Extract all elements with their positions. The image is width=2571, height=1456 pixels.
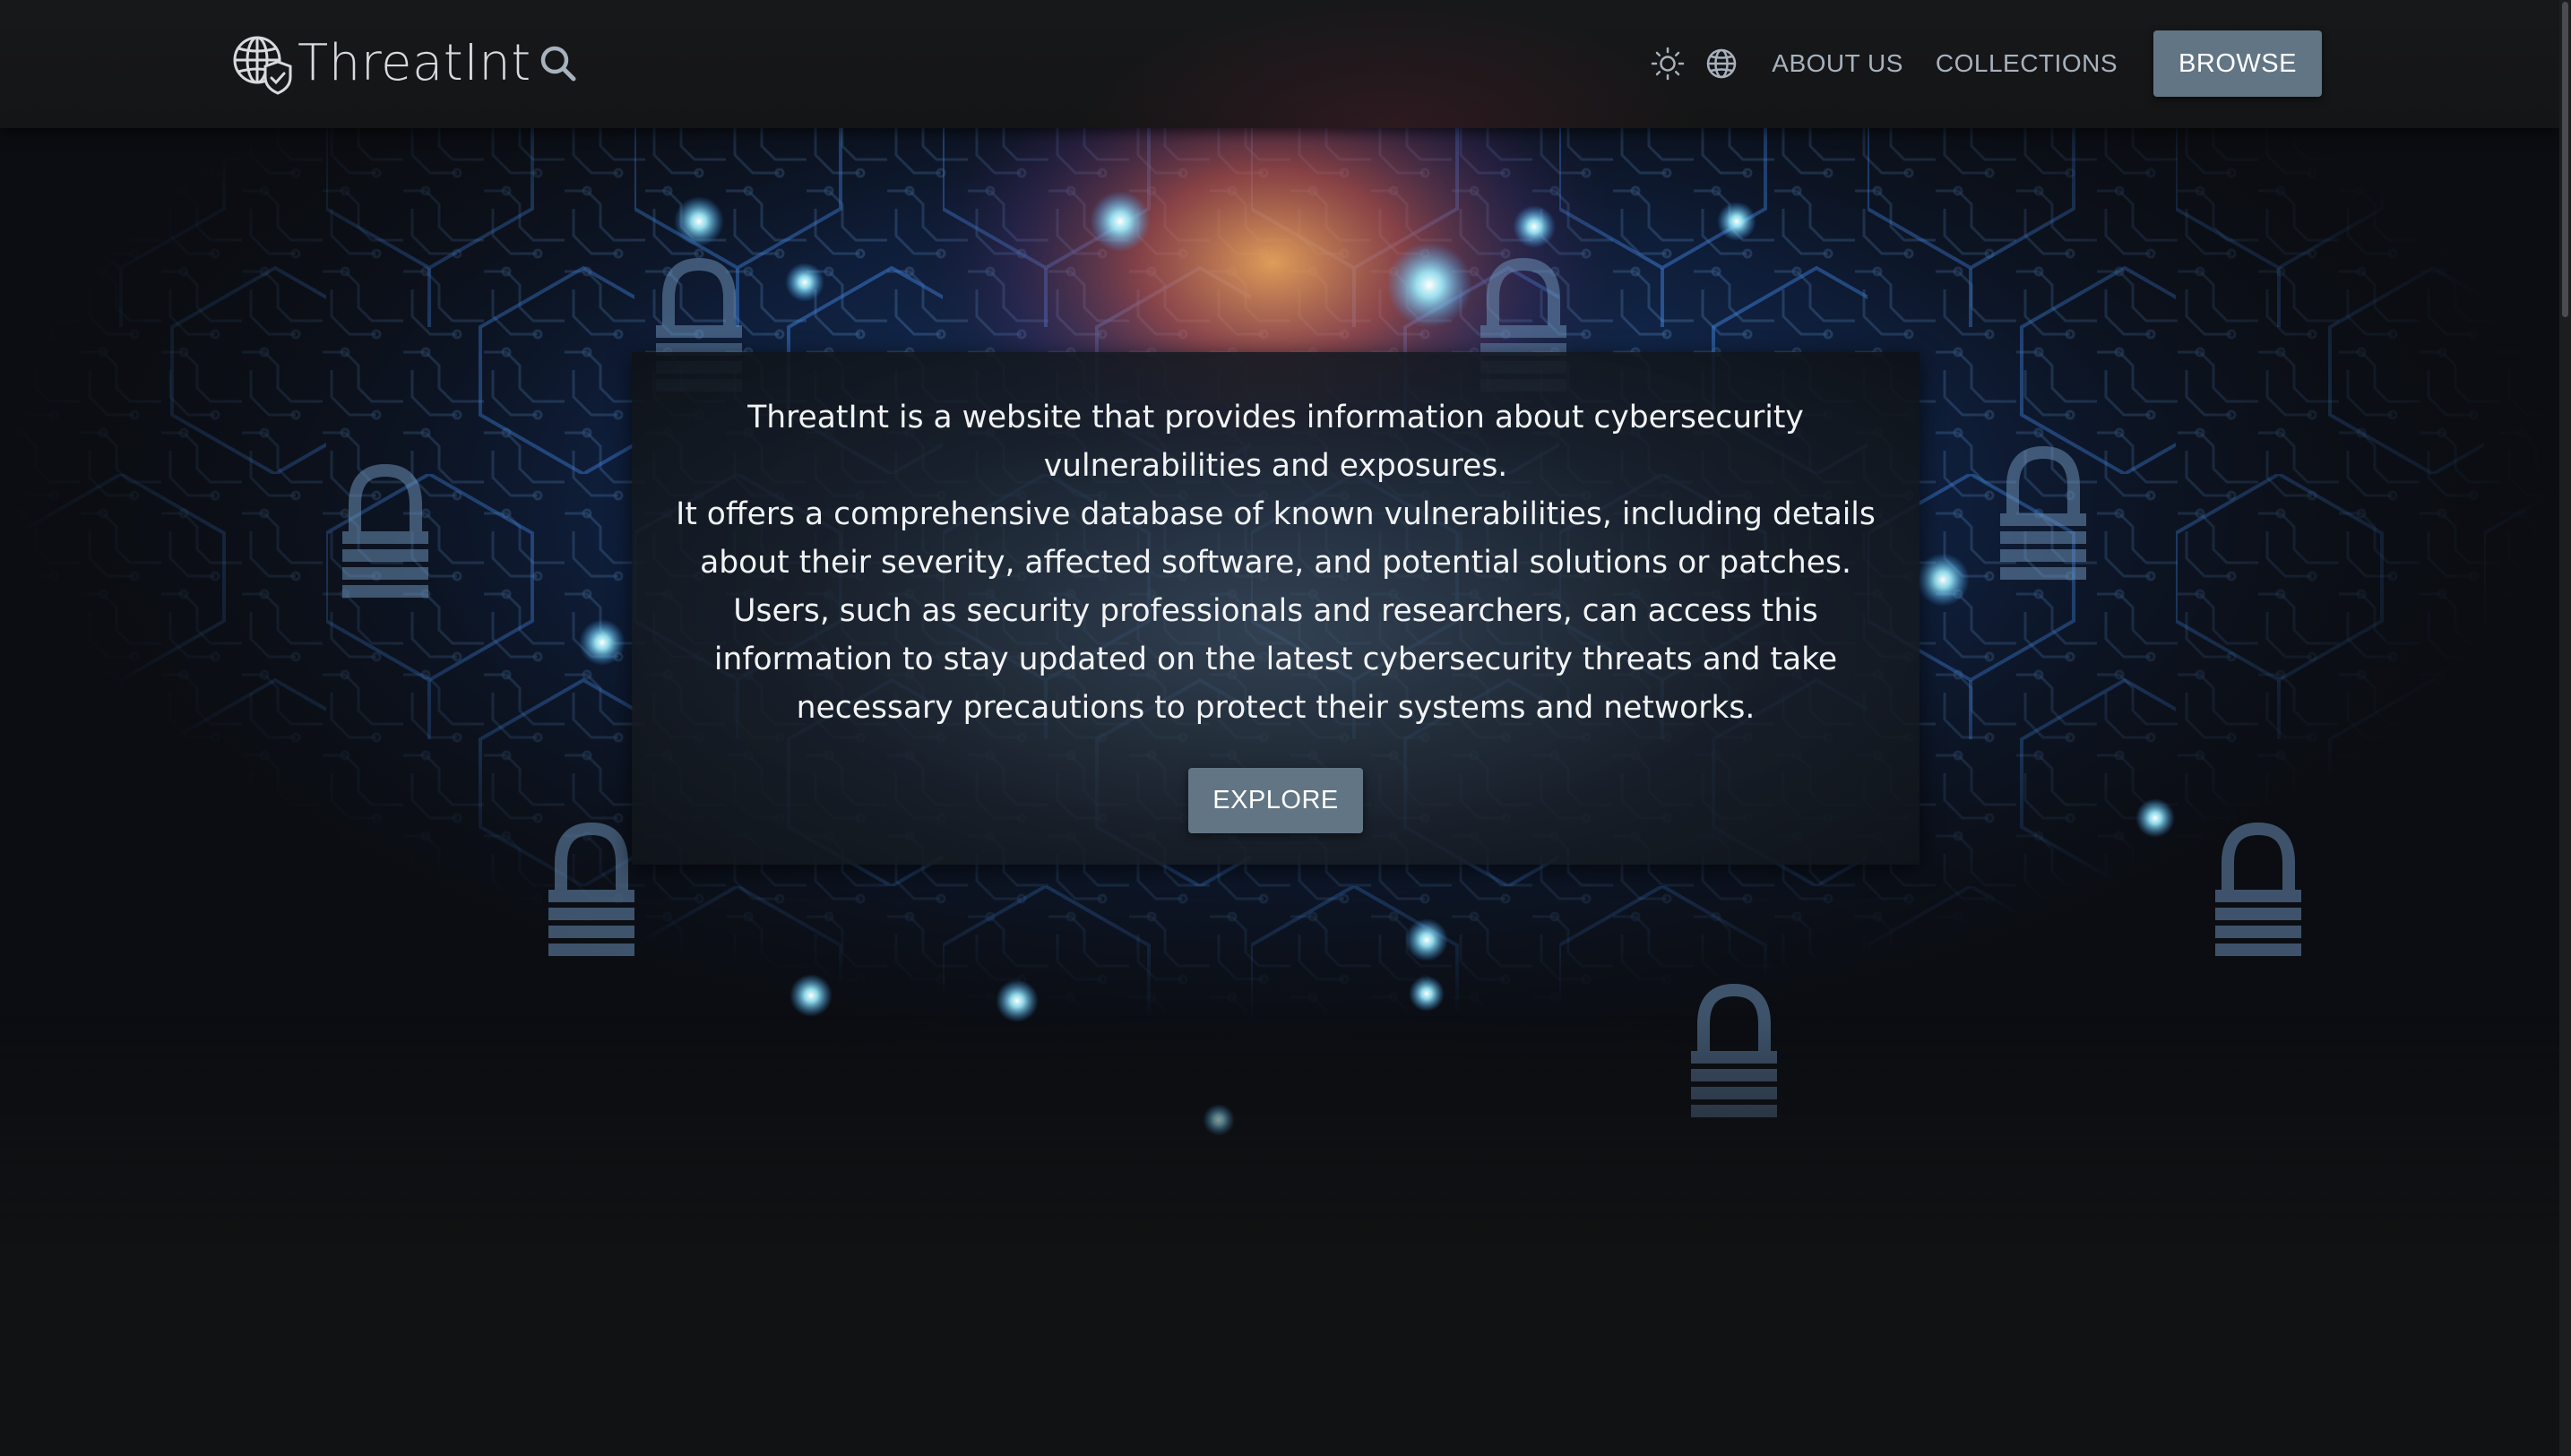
main-nav: ABOUT US COLLECTIONS BROWSE [1650, 30, 2322, 97]
scrollbar-thumb[interactable] [2562, 2, 2568, 317]
nav-collections[interactable]: COLLECTIONS [1936, 49, 2118, 78]
language-selector[interactable] [1704, 46, 1739, 82]
nav-about-us[interactable]: ABOUT US [1772, 49, 1903, 78]
brand-name: ThreatInt [298, 34, 531, 92]
hero-fade [0, 1015, 2559, 1248]
intro-paragraph-1: ThreatInt is a website that provides inf… [747, 400, 1804, 484]
globe-shield-icon [233, 36, 292, 95]
sun-icon [1652, 47, 1685, 81]
intro-card: ThreatInt is a website that provides inf… [632, 352, 1920, 865]
intro-paragraph-3: Users, such as security professionals an… [713, 593, 1838, 726]
search-icon [540, 46, 576, 82]
brand-logo[interactable]: ThreatInt [229, 32, 531, 95]
explore-button[interactable]: EXPLORE [1188, 768, 1363, 833]
intro-paragraph-2: It offers a comprehensive database of kn… [676, 496, 1876, 581]
top-navbar: ThreatInt ABOUT US COLLECTIONS BROWSE [0, 0, 2559, 128]
browse-button[interactable]: BROWSE [2153, 30, 2322, 97]
page: ThreatInt ABOUT US COLLECTIONS BROWSE Th… [0, 0, 2571, 1456]
page-scrollbar[interactable] [2559, 0, 2571, 1456]
search-button[interactable] [538, 43, 579, 84]
globe-icon [1707, 48, 1737, 79]
intro-text: ThreatInt is a website that provides inf… [668, 393, 1884, 732]
theme-toggle[interactable] [1650, 46, 1686, 82]
